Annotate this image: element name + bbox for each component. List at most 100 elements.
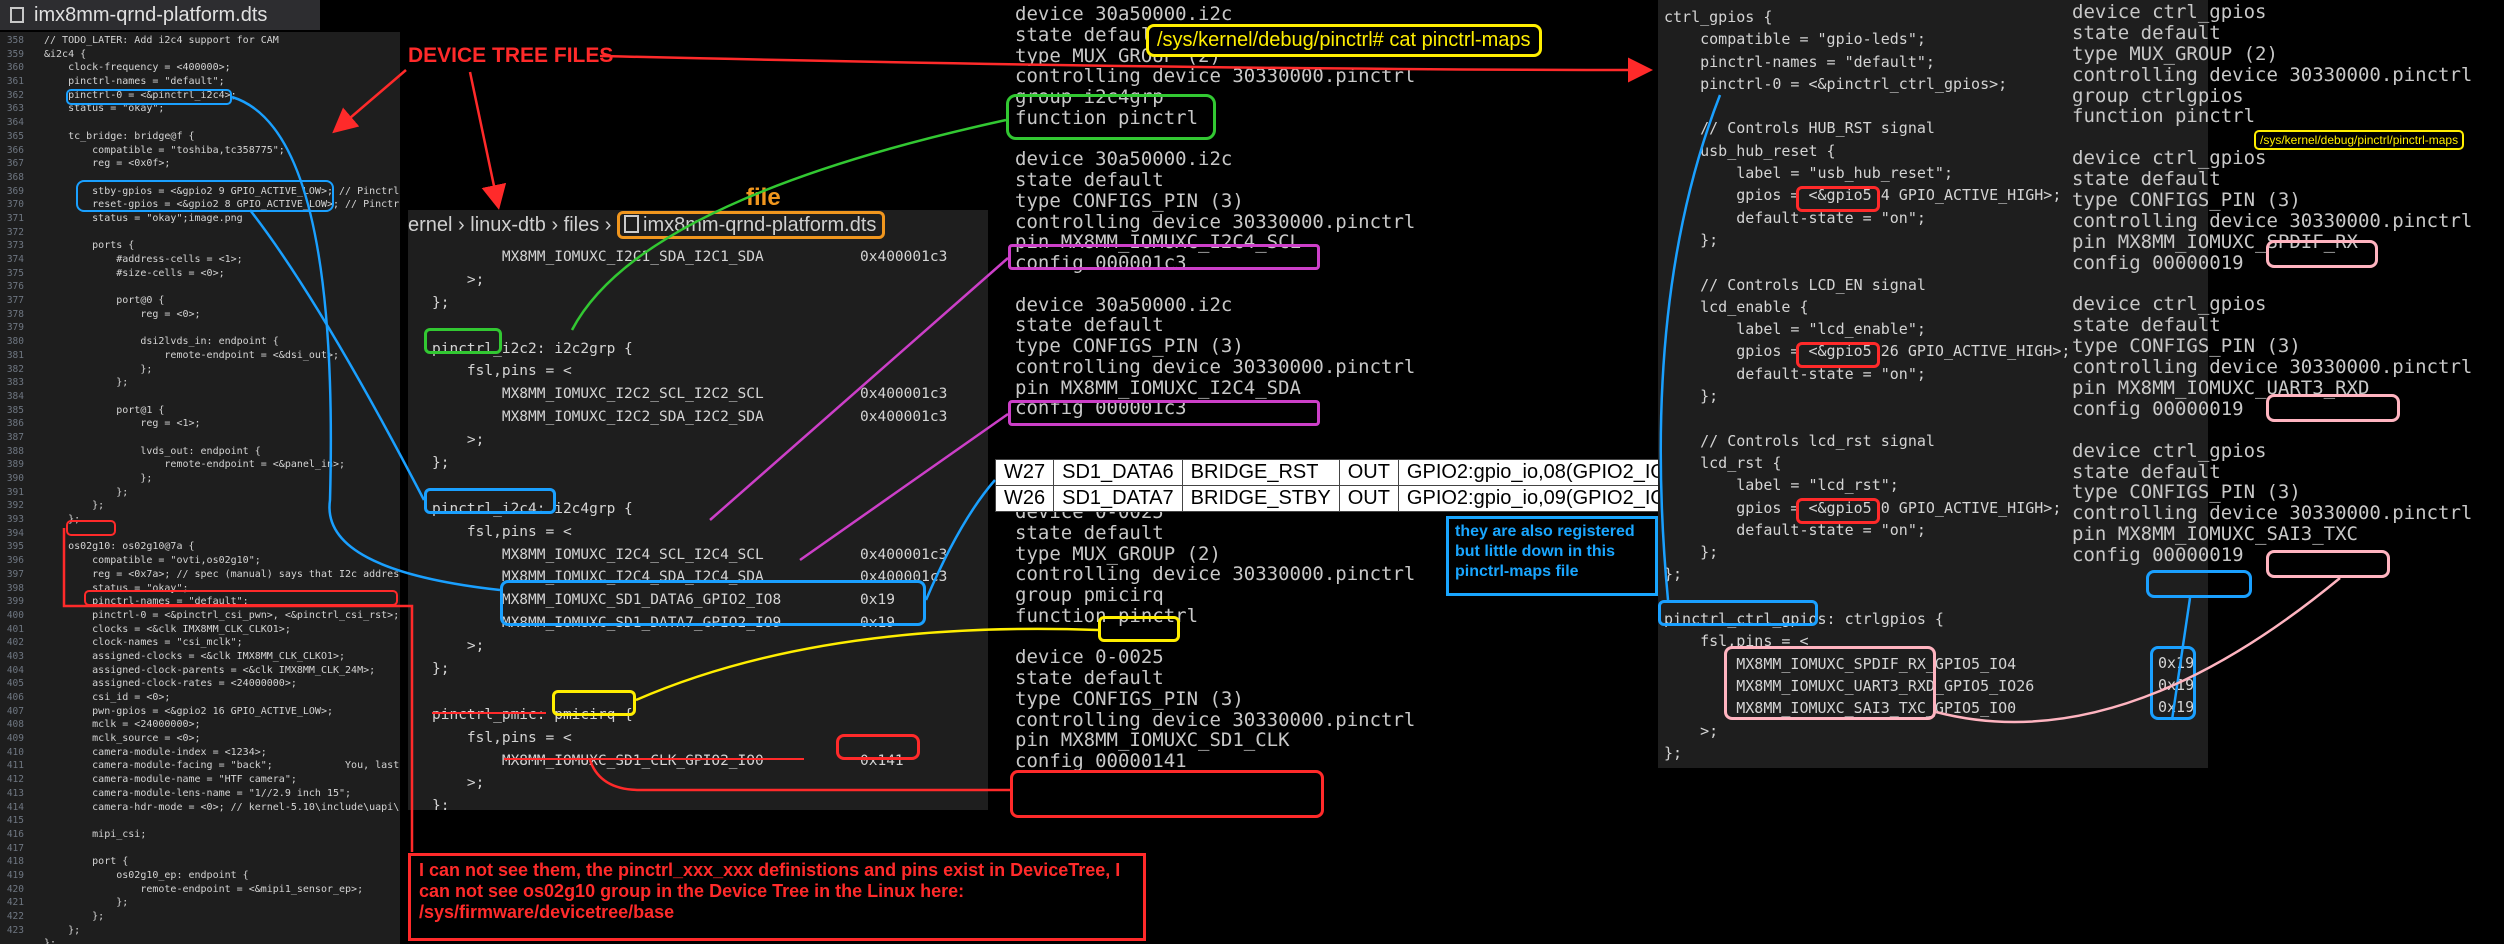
line-number: 388 <box>6 445 24 457</box>
highlight-pmic-value <box>836 734 920 760</box>
line-number: 375 <box>6 267 24 279</box>
chevron-right-icon: › <box>458 214 471 236</box>
line-number: 373 <box>6 240 24 252</box>
code-line <box>432 681 972 704</box>
code-text: }; <box>432 294 450 311</box>
highlight-pmicirq-term <box>1098 616 1180 642</box>
line-number: 361 <box>6 76 24 88</box>
line-number: 358 <box>6 35 24 46</box>
code-line: pinctrl-names = "default"; <box>1664 52 1935 71</box>
breadcrumb-item[interactable]: ernel <box>408 214 452 236</box>
file-label: file <box>746 184 781 211</box>
line-number: 382 <box>6 363 24 375</box>
highlight-sai3-txc <box>2266 550 2390 578</box>
terminal-line: device ctrl_gpios <box>2072 439 2267 462</box>
breadcrumb: ernel › linux-dtb › files › imx8mm-qrnd-… <box>408 211 886 242</box>
code-line: ctrl_gpios { <box>1664 8 1773 26</box>
highlight-pmicirq <box>552 690 636 716</box>
code-line: }; <box>44 897 129 909</box>
line-number: 392 <box>6 500 24 512</box>
terminal-line: device 0-0025 <box>1015 646 1164 669</box>
line-number: 390 <box>6 473 24 484</box>
left-code-editor[interactable]: 358 359 360 361 362 363 364 365 366 367 368 369 370 3… <box>0 32 400 944</box>
left-editor-tab[interactable]: imx8mm-qrnd-platform.dts <box>0 0 320 30</box>
line-number: 364 <box>6 117 24 129</box>
code-line: // Controls lcd_rst signal <box>1664 431 1935 450</box>
line-number: 400 <box>6 609 24 621</box>
terminal-line: pin MX8MM_IOMUXC_SD1_CLK <box>1015 729 1290 752</box>
line-number: 398 <box>6 582 24 594</box>
code-line: }; <box>432 658 972 681</box>
terminal-line: type MUX_GROUP (2) <box>2072 42 2278 65</box>
left-code-lines: // TODO_LATER: Add i2c4 support for CAM &… <box>44 34 400 944</box>
code-line: os02g10_ep: endpoint { <box>44 869 249 881</box>
code-text: }; <box>432 455 450 472</box>
code-text: MX8MM_IOMUXC_I2C1_SDA_I2C1_SDA <box>432 249 764 265</box>
code-text: MX8MM_IOMUXC_I2C2_SDA_I2C2_SDA <box>432 409 764 426</box>
small-path-label: /sys/kernel/debug/pinctrl/pinctrl-maps <box>2254 130 2465 150</box>
code-line: }; <box>44 363 153 375</box>
code-line: }; <box>1664 230 1719 249</box>
code-line: port { <box>44 856 129 868</box>
terminal-line: device 30a50000.i2c <box>1015 293 1233 316</box>
code-text: >; <box>432 432 485 449</box>
line-number: 408 <box>6 719 24 731</box>
code-line: // Controls LCD_EN signal <box>1664 275 1926 294</box>
line-number: 377 <box>6 295 24 307</box>
line-number: 383 <box>6 377 24 389</box>
terminal-line: state default <box>1015 314 1164 337</box>
code-line: lcd_rst { <box>1664 453 1782 472</box>
terminal-line: state default <box>2072 168 2221 191</box>
code-text: >; <box>432 271 485 288</box>
code-line: csi_id = <0>; <box>44 692 171 703</box>
line-number: 368 <box>6 171 24 183</box>
line-number: 423 <box>6 924 24 936</box>
terminal-line: device 30a50000.i2c <box>1015 3 1233 25</box>
terminal-line: group ctrlgpios <box>2072 84 2244 107</box>
highlight-pin-i2c4-scl <box>1008 244 1320 270</box>
code-line: }; <box>432 795 972 810</box>
breadcrumb-item[interactable]: linux-dtb <box>470 214 546 236</box>
line-number: 412 <box>6 774 24 786</box>
code-line: clocks = <&clk IMX8MM_CLK_CLKO1>; <box>44 623 291 635</box>
highlight-config-19 <box>2146 570 2252 598</box>
table-row: W27 SD1_DATA6 BRIDGE_RST OUT GPIO2:gpio_io,0… <box>994 459 1704 486</box>
highlight-pinctrl-csi <box>84 590 398 606</box>
config-value: 0x400001c3 <box>860 249 948 265</box>
line-number: 415 <box>6 815 24 827</box>
terminal-line: controlling device 30330000.pinctrl <box>2072 356 2473 379</box>
code-line: remote-endpoint = <&dsi_out>; <box>44 349 340 361</box>
code-line: reg = <0x0f>; <box>44 158 171 170</box>
terminal-line: device ctrl_gpios <box>2072 1 2267 23</box>
code-text: >; <box>432 638 485 655</box>
terminal-line: pin MX8MM_IOMUXC_SAI3_TXC <box>2072 523 2358 546</box>
breadcrumb-item[interactable]: files <box>564 214 600 236</box>
code-line: clock-frequency = <400000>; <box>44 62 231 74</box>
code-text: }; <box>432 798 450 810</box>
terminal-line: pin MX8MM_IOMUXC_I2C4_SDA <box>1015 376 1301 399</box>
line-number: 421 <box>6 897 24 909</box>
highlight-ctrl-pins <box>1724 646 1936 720</box>
code-line: }; <box>44 486 129 498</box>
line-number: 418 <box>6 856 24 868</box>
code-line: #size-cells = <0>; <box>44 267 225 279</box>
line-number: 407 <box>6 705 24 717</box>
code-text: MX8MM_IOMUXC_SD1_CLK_GPIO2_IO0 <box>432 752 764 769</box>
line-number: 384 <box>6 390 24 402</box>
line-number: 414 <box>6 801 24 813</box>
line-number: 365 <box>6 130 24 142</box>
breadcrumb-file[interactable]: imx8mm-qrnd-platform.dts <box>617 211 886 239</box>
code-line: camera-module-lens-name = "1//2.9 inch 1… <box>44 787 352 799</box>
code-text: }; <box>432 661 450 678</box>
chevron-right-icon: › <box>604 214 618 236</box>
terminal-line: type CONFIGS_PIN (3) <box>1015 687 1244 710</box>
code-line: compatible = "ovti,os02g10"; <box>44 555 261 567</box>
